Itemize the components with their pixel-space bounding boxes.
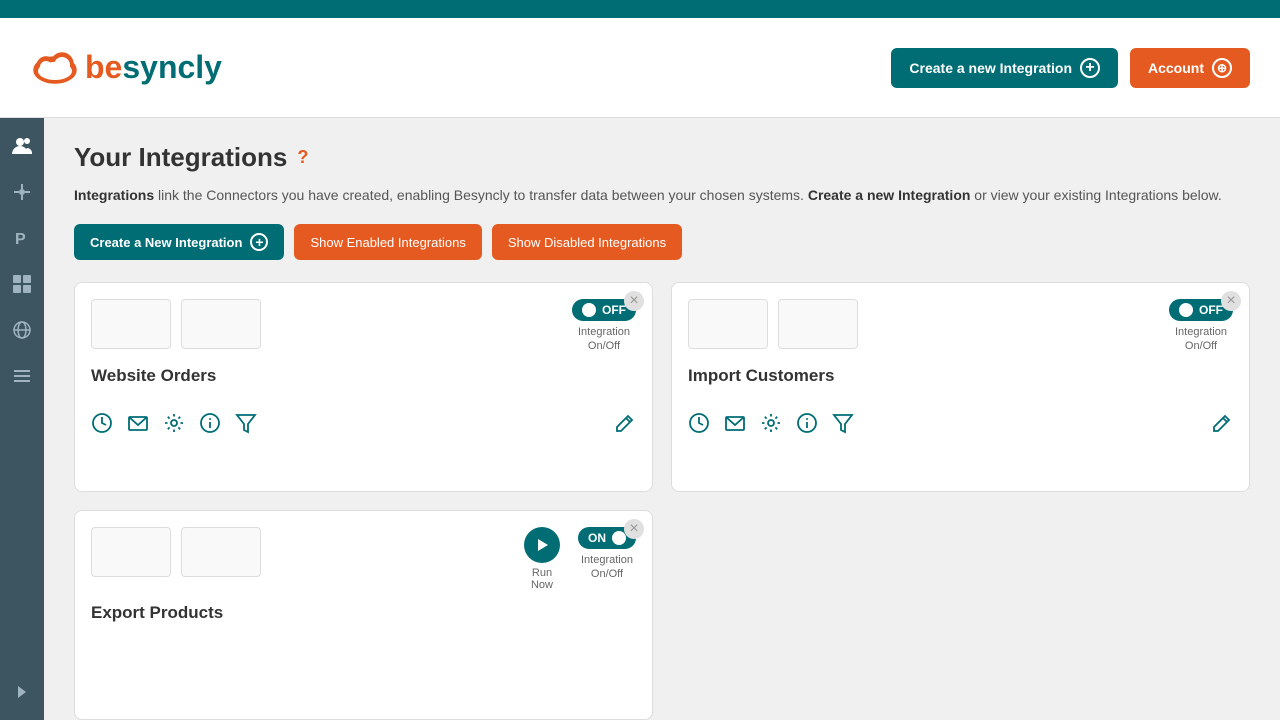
filter-icon-import-customers[interactable]: [832, 412, 854, 440]
create-new-label: Create a New Integration: [90, 235, 242, 250]
card-logo-dest-export-products: [181, 527, 261, 577]
card-logo-dest-import-customers: [778, 299, 858, 349]
card-logo-dest-website-orders: [181, 299, 261, 349]
card-title-import-customers: Import Customers: [688, 366, 1233, 386]
toggle-dot: [582, 303, 596, 317]
plus-circle-icon: +: [1080, 58, 1100, 78]
settings-icon-import-customers[interactable]: [760, 412, 782, 440]
card-close-export-products[interactable]: ×: [624, 519, 644, 539]
cards-grid: × OFF IntegrationOn/Off Website Order: [74, 282, 1250, 720]
schedule-icon-import-customers[interactable]: [688, 412, 710, 440]
header: besyncly Create a new Integration + Acco…: [0, 18, 1280, 118]
card-logo-source-website-orders: [91, 299, 171, 349]
description-text2: or view your existing Integrations below…: [970, 187, 1221, 203]
toggle-description: IntegrationOn/Off: [581, 553, 633, 582]
toggle-on-text: ON: [588, 531, 606, 545]
card-footer-website-orders: [91, 396, 636, 440]
card-header-import-customers: OFF IntegrationOn/Off: [688, 299, 1233, 354]
toggle-label-text: OFF: [602, 303, 626, 317]
sidebar-item-list[interactable]: [8, 362, 36, 390]
show-disabled-label: Show Disabled Integrations: [508, 235, 666, 250]
logo: besyncly: [30, 48, 222, 88]
show-disabled-button[interactable]: Show Disabled Integrations: [492, 224, 682, 260]
email-icon-import-customers[interactable]: [724, 412, 746, 440]
top-bar: [0, 0, 1280, 18]
card-title-export-products: Export Products: [91, 603, 636, 623]
create-plus-icon: +: [250, 233, 268, 251]
svg-text:P: P: [15, 231, 26, 248]
show-enabled-label: Show Enabled Integrations: [310, 235, 465, 250]
card-logos-import-customers: [688, 299, 858, 349]
card-logo-source-import-customers: [688, 299, 768, 349]
logo-icon: [30, 48, 80, 88]
sidebar-collapse-button[interactable]: [8, 678, 36, 706]
create-integration-label: Create a new Integration: [909, 60, 1072, 76]
filter-icon-website-orders[interactable]: [235, 412, 257, 440]
card-header-website-orders: OFF IntegrationOn/Off: [91, 299, 636, 354]
card-logos-website-orders: [91, 299, 261, 349]
sidebar-item-pipelines[interactable]: P: [8, 224, 36, 252]
card-actions-website-orders: [91, 412, 257, 440]
run-now-label: RunNow: [531, 567, 553, 591]
content-area: Your Integrations ? Integrations link th…: [44, 118, 1280, 720]
settings-icon-website-orders[interactable]: [163, 412, 185, 440]
toggle-dot: [1179, 303, 1193, 317]
description: Integrations link the Connectors you hav…: [74, 185, 1250, 206]
sidebar-item-integrations[interactable]: [8, 270, 36, 298]
toggle-description: IntegrationOn/Off: [1175, 325, 1227, 354]
page-title: Your Integrations: [74, 142, 287, 173]
schedule-icon-website-orders[interactable]: [91, 412, 113, 440]
edit-icon-import-customers[interactable]: [1211, 412, 1233, 440]
card-close-website-orders[interactable]: ×: [624, 291, 644, 311]
run-now-area: RunNow: [524, 527, 560, 591]
card-export-products: × RunNow: [74, 510, 653, 720]
main-layout: P Your: [0, 118, 1280, 720]
card-close-import-customers[interactable]: ×: [1221, 291, 1241, 311]
header-buttons: Create a new Integration + Account ⊕: [891, 48, 1250, 88]
card-import-customers: × OFF IntegrationOn/Off Import Custom: [671, 282, 1250, 492]
card-website-orders: × OFF IntegrationOn/Off Website Order: [74, 282, 653, 492]
user-circle-icon: ⊕: [1212, 58, 1232, 78]
card-actions-import-customers: [688, 412, 854, 440]
create-integration-header-button[interactable]: Create a new Integration +: [891, 48, 1118, 88]
card-title-website-orders: Website Orders: [91, 366, 636, 386]
info-icon-website-orders[interactable]: [199, 412, 221, 440]
description-text1: link the Connectors you have created, en…: [154, 187, 808, 203]
toggle-label-text: OFF: [1199, 303, 1223, 317]
info-icon-import-customers[interactable]: [796, 412, 818, 440]
description-integrations-bold: Integrations: [74, 187, 154, 203]
account-label: Account: [1148, 60, 1204, 76]
card-logos-export-products: [91, 527, 261, 577]
create-new-integration-button[interactable]: Create a New Integration +: [74, 224, 284, 260]
account-button[interactable]: Account ⊕: [1130, 48, 1250, 88]
toggle-description: IntegrationOn/Off: [578, 325, 630, 354]
sidebar-item-globe[interactable]: [8, 316, 36, 344]
action-buttons: Create a New Integration + Show Enabled …: [74, 224, 1250, 260]
sidebar: P: [0, 118, 44, 720]
sidebar-item-connectors[interactable]: [8, 178, 36, 206]
run-now-button[interactable]: [524, 527, 560, 563]
edit-icon-website-orders[interactable]: [614, 412, 636, 440]
page-title-container: Your Integrations ?: [74, 142, 1250, 173]
email-icon-website-orders[interactable]: [127, 412, 149, 440]
card-run-toggle-export-products: RunNow ON IntegrationOn/Off: [524, 527, 636, 591]
sidebar-item-users[interactable]: [8, 132, 36, 160]
card-logo-source-export-products: [91, 527, 171, 577]
card-header-export-products: RunNow ON IntegrationOn/Off: [91, 527, 636, 591]
show-enabled-button[interactable]: Show Enabled Integrations: [294, 224, 481, 260]
card-footer-import-customers: [688, 396, 1233, 440]
help-icon[interactable]: ?: [297, 147, 308, 168]
description-create-bold: Create a new Integration: [808, 187, 971, 203]
